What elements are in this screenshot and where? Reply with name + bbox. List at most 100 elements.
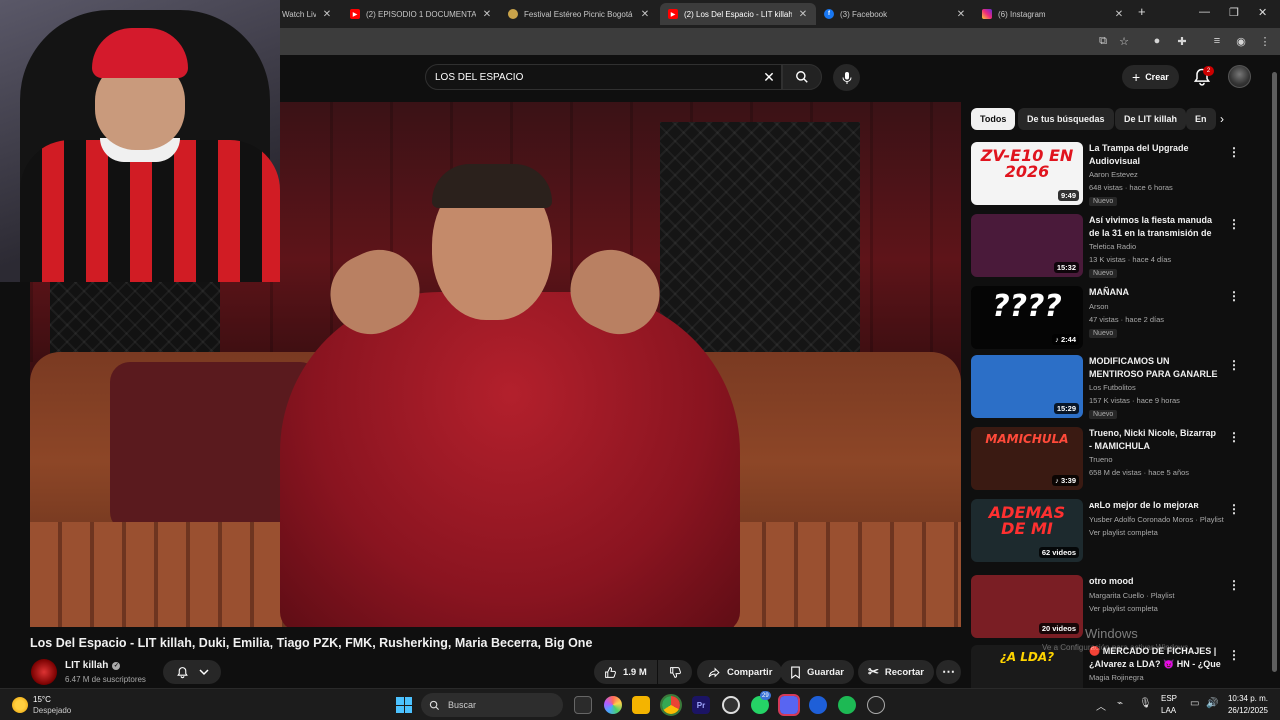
profile-icon[interactable]: ◉: [1234, 34, 1248, 48]
clock-time[interactable]: 10:34 p. m.: [1227, 694, 1268, 703]
recommendation-channel[interactable]: Aaron Estevez: [1089, 170, 1138, 179]
spotify-icon[interactable]: [838, 696, 856, 714]
microphone-icon[interactable]: 🎙: [1139, 698, 1152, 709]
keyboard-layout[interactable]: LAA: [1161, 706, 1176, 715]
close-tab-icon[interactable]: ✕: [322, 9, 332, 20]
chip-todos[interactable]: Todos: [971, 108, 1016, 130]
recommendation-title[interactable]: ᴀʀLo mejor de lo mejorᴀʀ: [1089, 499, 1221, 512]
more-vertical-icon[interactable]: ⋮: [1228, 357, 1240, 373]
more-actions-button[interactable]: ⋯: [936, 660, 961, 684]
channel-avatar[interactable]: [31, 659, 57, 685]
install-app-icon[interactable]: ⧉: [1096, 34, 1110, 48]
voice-search-button[interactable]: [833, 64, 860, 91]
close-tab-icon[interactable]: ✕: [640, 9, 650, 20]
clock-date[interactable]: 26/12/2025: [1222, 706, 1268, 715]
more-vertical-icon[interactable]: ⋮: [1228, 216, 1240, 232]
recommendation-item[interactable]: ZV-E10 EN 2026 9:49 La Trampa del Upgrade …: [971, 142, 1240, 208]
clip-button[interactable]: ✂ Recortar: [858, 660, 934, 684]
recommendation-channel[interactable]: Arson: [1089, 302, 1109, 311]
recommendation-channel[interactable]: Yusber Adolfo Coronado Moros · Playlist: [1089, 515, 1224, 524]
recommendation-title[interactable]: La Trampa del Upgrade Audiovisual: [1089, 142, 1221, 168]
chip-en[interactable]: En: [1186, 108, 1216, 130]
subscription-notifications-button[interactable]: [163, 660, 221, 684]
file-explorer-icon[interactable]: [632, 696, 650, 714]
more-vertical-icon[interactable]: ⋮: [1228, 501, 1240, 517]
input-language[interactable]: ESP: [1161, 694, 1177, 703]
recommendation-channel[interactable]: Margarita Cuello · Playlist: [1089, 591, 1174, 600]
display-icon[interactable]: ▭: [1190, 698, 1199, 709]
chrome-icon[interactable]: [660, 694, 682, 716]
recommendation-title[interactable]: otro mood: [1089, 575, 1221, 588]
reading-list-icon[interactable]: ≡: [1210, 34, 1224, 48]
tab-episodio[interactable]: ▶ (2) EPISODIO 1 DOCUMENTAL ✕: [342, 3, 500, 25]
clear-search-icon[interactable]: ✕: [760, 68, 778, 86]
app-blue-icon[interactable]: [809, 696, 827, 714]
search-button[interactable]: [782, 64, 822, 90]
windows-start-icon[interactable]: [396, 697, 412, 713]
recommendation-thumbnail[interactable]: 15:29: [971, 355, 1083, 418]
new-tab-button[interactable]: +: [1138, 4, 1146, 19]
recommendation-title[interactable]: MAÑANA: [1089, 286, 1221, 299]
recommendation-thumbnail[interactable]: ADEMÁS DE MI 62 videos: [971, 499, 1083, 562]
more-vertical-icon[interactable]: ⋮: [1228, 288, 1240, 304]
create-button[interactable]: + Crear: [1122, 65, 1179, 89]
recommendation-channel[interactable]: Teletica Radio: [1089, 242, 1136, 251]
tab-instagram[interactable]: (6) Instagram ✕: [974, 3, 1132, 25]
tab-watch-live[interactable]: Watch Liv ✕: [274, 3, 340, 25]
taskbar-search[interactable]: Buscar: [421, 693, 563, 717]
puzzle-icon[interactable]: ✚: [1175, 34, 1189, 48]
recommendation-channel[interactable]: Magia Rojinegra: [1089, 673, 1144, 682]
network-status-icon[interactable]: ⌁: [1117, 698, 1123, 709]
tab-los-del-espacio[interactable]: ▶ (2) Los Del Espacio - LIT killah, ✕: [660, 3, 816, 25]
more-vertical-icon[interactable]: ⋮: [1228, 429, 1240, 445]
recommendation-item[interactable]: ???? ♪ 2:44 MAÑANA Arson 47 vistas · hace 2 …: [971, 286, 1240, 352]
extension-icon[interactable]: ●: [1150, 34, 1164, 48]
maximize-button[interactable]: ❐: [1229, 6, 1239, 19]
browser-menu-icon[interactable]: ⋮: [1258, 34, 1272, 48]
chevron-right-icon[interactable]: ›: [1214, 111, 1230, 127]
recommendation-item[interactable]: 15:29 MODIFICAMOS UN MENTIROSO PARA GANAR…: [971, 355, 1240, 421]
recommendation-meta[interactable]: Ver playlist completa: [1089, 604, 1158, 613]
recommendation-thumbnail[interactable]: ???? ♪ 2:44: [971, 286, 1083, 349]
recommendation-item[interactable]: 15:32 Así vivimos la fiesta manuda de la …: [971, 214, 1240, 280]
recommendation-item[interactable]: ADEMÁS DE MI 62 videos ᴀʀLo mejor de lo me…: [971, 499, 1240, 565]
recommendation-channel[interactable]: Los Futbolitos: [1089, 383, 1136, 392]
weather-condition[interactable]: Despejado: [33, 706, 71, 715]
tab-festival[interactable]: Festival Estéreo Picnic Bogotá ✕: [500, 3, 658, 25]
premiere-icon[interactable]: Pr: [692, 696, 710, 714]
chip-de-lit-killah[interactable]: De LIT killah: [1115, 108, 1187, 130]
close-tab-icon[interactable]: ✕: [956, 9, 966, 20]
copilot-icon[interactable]: [604, 696, 622, 714]
more-vertical-icon[interactable]: ⋮: [1228, 647, 1240, 663]
recommendation-meta[interactable]: Ver playlist completa: [1089, 528, 1158, 537]
task-view-icon[interactable]: [574, 696, 592, 714]
recommendation-item[interactable]: MAMICHULA ♪ 3:39 Trueno, Nicki Nicole, Biz…: [971, 427, 1240, 493]
discord-icon[interactable]: [778, 694, 800, 716]
like-button[interactable]: 1.9 M: [594, 660, 657, 684]
channel-name[interactable]: LIT killah ✓: [65, 660, 121, 671]
close-window-button[interactable]: ✕: [1258, 6, 1267, 19]
obs-icon[interactable]: [722, 696, 740, 714]
recommendation-title[interactable]: Trueno, Nicki Nicole, Bizarrap - MAMICHU…: [1089, 427, 1221, 453]
more-vertical-icon[interactable]: ⋮: [1228, 144, 1240, 160]
recommendation-thumbnail[interactable]: 20 videos: [971, 575, 1083, 638]
app-dark-icon[interactable]: [867, 696, 885, 714]
chevron-up-icon[interactable]: ︿: [1096, 698, 1106, 713]
recommendation-thumbnail[interactable]: ZV-E10 EN 2026 9:49: [971, 142, 1083, 205]
close-tab-icon[interactable]: ✕: [482, 9, 492, 20]
volume-icon[interactable]: 🔊: [1206, 698, 1218, 709]
share-button[interactable]: Compartir: [697, 660, 783, 684]
bookmark-star-icon[interactable]: ☆: [1117, 34, 1131, 48]
weather-temperature[interactable]: 15°C: [33, 695, 51, 704]
close-tab-icon[interactable]: ✕: [798, 9, 808, 20]
recommendation-thumbnail[interactable]: 15:32: [971, 214, 1083, 277]
tab-facebook[interactable]: f (3) Facebook ✕: [816, 3, 974, 25]
recommendation-channel[interactable]: Trueno: [1089, 455, 1113, 464]
chip-de-tus-busquedas[interactable]: De tus búsquedas: [1018, 108, 1114, 130]
more-vertical-icon[interactable]: ⋮: [1228, 577, 1240, 593]
minimize-button[interactable]: —: [1199, 6, 1210, 18]
dislike-button[interactable]: [658, 660, 692, 684]
account-avatar[interactable]: [1228, 65, 1251, 88]
save-button[interactable]: Guardar: [780, 660, 854, 684]
recommendation-title[interactable]: Así vivimos la fiesta manuda de la 31 en…: [1089, 214, 1221, 241]
